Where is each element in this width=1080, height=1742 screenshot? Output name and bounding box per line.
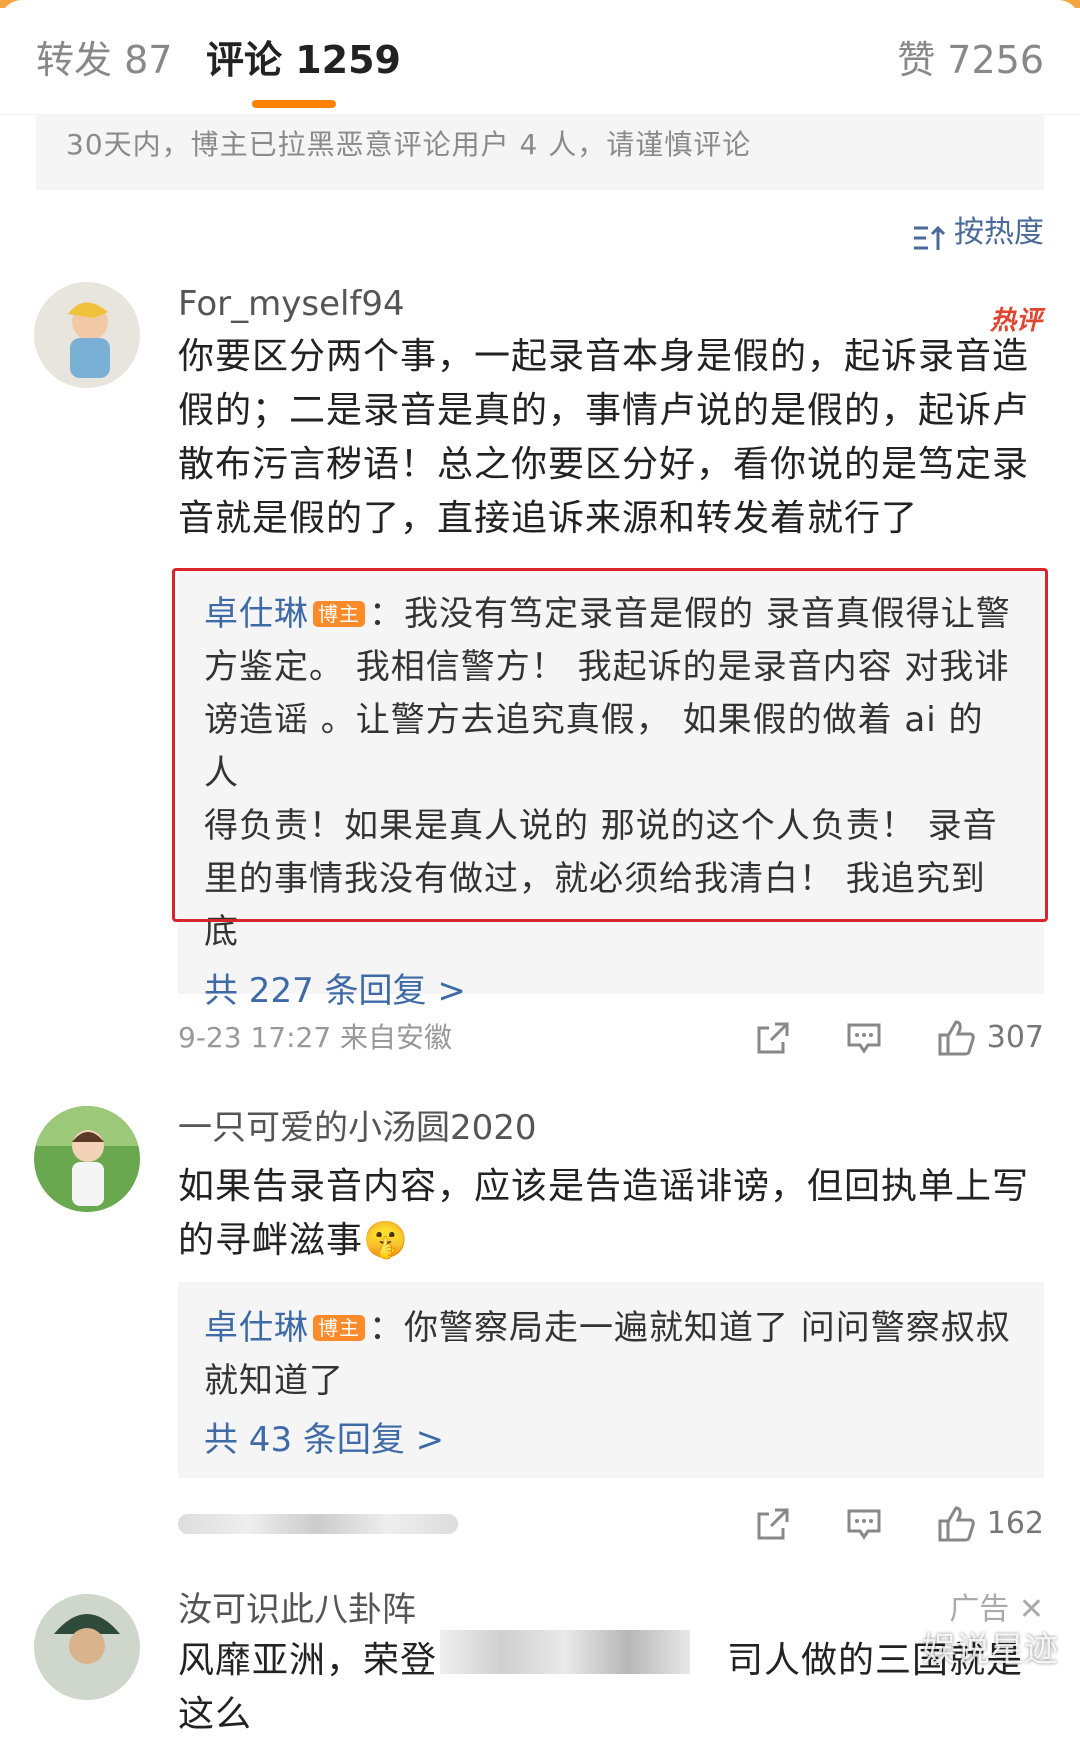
reply-line: 卓仕琳 博主 ：你警察局走一遍就知道了 问问警察叔叔 [204, 1302, 1014, 1355]
comment-line: 风靡亚洲，荣登 [178, 1640, 438, 1681]
like-count: 307 [986, 1020, 1044, 1055]
comment-icon[interactable] [846, 1506, 882, 1542]
sort-button[interactable]: 按热度 [912, 210, 1044, 256]
like-count: 162 [986, 1506, 1044, 1541]
reply-count-link[interactable]: 共 43 条回复 > [204, 1414, 1014, 1466]
comment-actions: 162 [755, 1502, 1044, 1546]
reply-author[interactable]: 卓仕琳 [204, 1308, 309, 1348]
comment-line-text: 的寻衅滋事 [178, 1220, 364, 1261]
avatar[interactable] [34, 282, 140, 388]
comment-icon[interactable] [846, 1020, 882, 1056]
comment-line: 的寻衅滋事🤫 [178, 1214, 1048, 1268]
blurred-region [440, 1630, 690, 1674]
like-button[interactable] [937, 1018, 977, 1058]
share-icon[interactable] [755, 1020, 791, 1056]
comment-line: 你要区分两个事，一起录音本身是假的，起诉录音造 [178, 336, 1030, 377]
reply-text: ：你警察局走一遍就知道了 问问警察叔叔 [369, 1308, 1011, 1348]
comment-body: 你要区分两个事，一起录音本身是假的，起诉录音造 假的；二是录音是真的，事情卢说的… [178, 330, 1048, 546]
comment-username[interactable]: For_myself94 [178, 282, 405, 326]
sort-icon [912, 220, 946, 250]
tab-header: 转发 87 评论 1259 赞 7256 [0, 0, 1080, 115]
reply-box[interactable]: 卓仕琳 博主 ：你警察局走一遍就知道了 问问警察叔叔 就知道了 共 43 条回复 > [178, 1282, 1044, 1478]
tab-repost[interactable]: 转发 87 [36, 36, 172, 84]
comment-username[interactable]: 一只可爱的小汤圆2020 [178, 1106, 537, 1150]
tab-likes[interactable]: 赞 7256 [897, 36, 1044, 84]
watermark: 娱说星迹 [922, 1630, 1058, 1670]
sort-label: 按热度 [954, 215, 1044, 250]
comment-actions: 307 [755, 1016, 1044, 1060]
comment-line: 音就是假的了，直接追诉来源和转发着就行了 [178, 498, 919, 539]
comment-line: 散布污言秽语！总之你要区分好，看你说的是笃定录 [178, 444, 1030, 485]
comment-notice: 30天内，博主已拉黑恶意评论用户 4 人，请谨慎评论 [36, 114, 1044, 190]
highlight-box [172, 568, 1048, 922]
shush-emoji-icon: 🤫 [363, 1220, 409, 1261]
reply-line: 就知道了 [204, 1361, 344, 1401]
comment-line: 假的；二是录音是真的，事情卢说的是假的，起诉卢 [178, 390, 1030, 431]
comment-meta: 9-23 17:27 来自安徽 [178, 1021, 453, 1054]
comment-username[interactable]: 汝可识此八卦阵 [178, 1588, 416, 1632]
comment-body: 如果告录音内容，应该是告造谣诽谤，但回执单上写 的寻衅滋事🤫 [178, 1160, 1048, 1268]
reply-count-link[interactable]: 共 227 条回复 > [204, 965, 1014, 1017]
comment-line: 如果告录音内容，应该是告造谣诽谤，但回执单上写 [178, 1166, 1030, 1207]
blogger-badge: 博主 [313, 1315, 365, 1341]
avatar[interactable] [34, 1106, 140, 1212]
share-icon[interactable] [755, 1506, 791, 1542]
active-tab-indicator [252, 100, 336, 108]
tab-comments[interactable]: 评论 1259 [206, 36, 401, 84]
avatar[interactable] [34, 1594, 140, 1700]
like-button[interactable] [937, 1504, 977, 1544]
blurred-meta [178, 1514, 458, 1534]
